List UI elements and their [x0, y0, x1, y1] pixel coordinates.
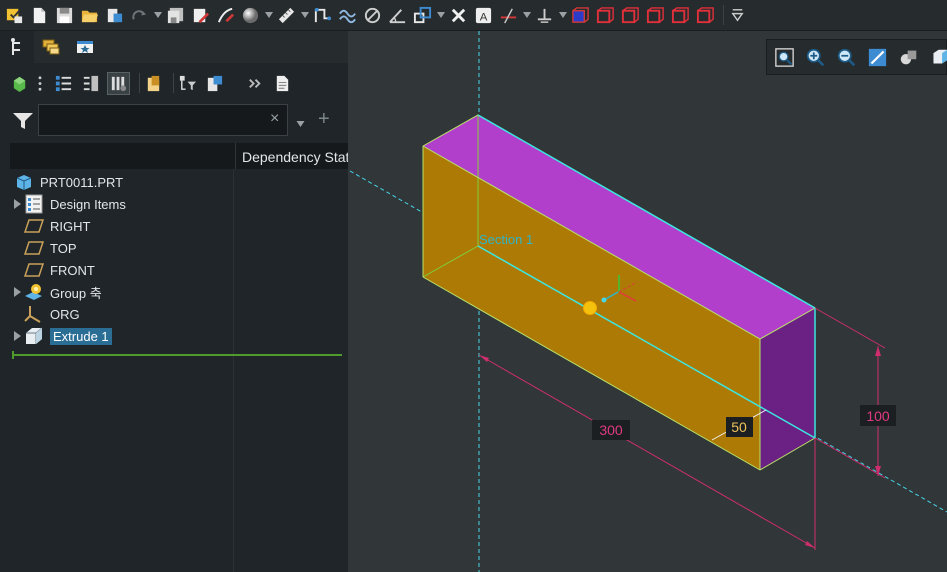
dimension-arrow — [875, 346, 881, 356]
repaint-icon[interactable] — [866, 46, 888, 68]
graphics-toolbar — [766, 39, 947, 75]
dimension-arrow — [479, 355, 489, 362]
zoom-out-icon[interactable] — [835, 46, 857, 68]
refit-icon[interactable] — [773, 46, 795, 68]
zoom-in-icon[interactable] — [804, 46, 826, 68]
dimension-width-value[interactable]: 50 — [731, 419, 747, 435]
dimension-extension-line — [814, 437, 886, 479]
drag-handle[interactable] — [583, 301, 597, 315]
triad-origin — [601, 297, 607, 303]
dimension-height-value[interactable]: 100 — [866, 408, 890, 424]
saved-views-icon[interactable] — [928, 46, 947, 68]
dimension-length-value[interactable]: 300 — [599, 422, 623, 438]
display-style-icon[interactable] — [897, 46, 919, 68]
dimension-arrow — [805, 541, 815, 548]
model-scene: Section 1 300 100 50 — [349, 31, 947, 572]
dimension-extension-line — [814, 307, 886, 349]
section-label: Section 1 — [479, 232, 533, 247]
